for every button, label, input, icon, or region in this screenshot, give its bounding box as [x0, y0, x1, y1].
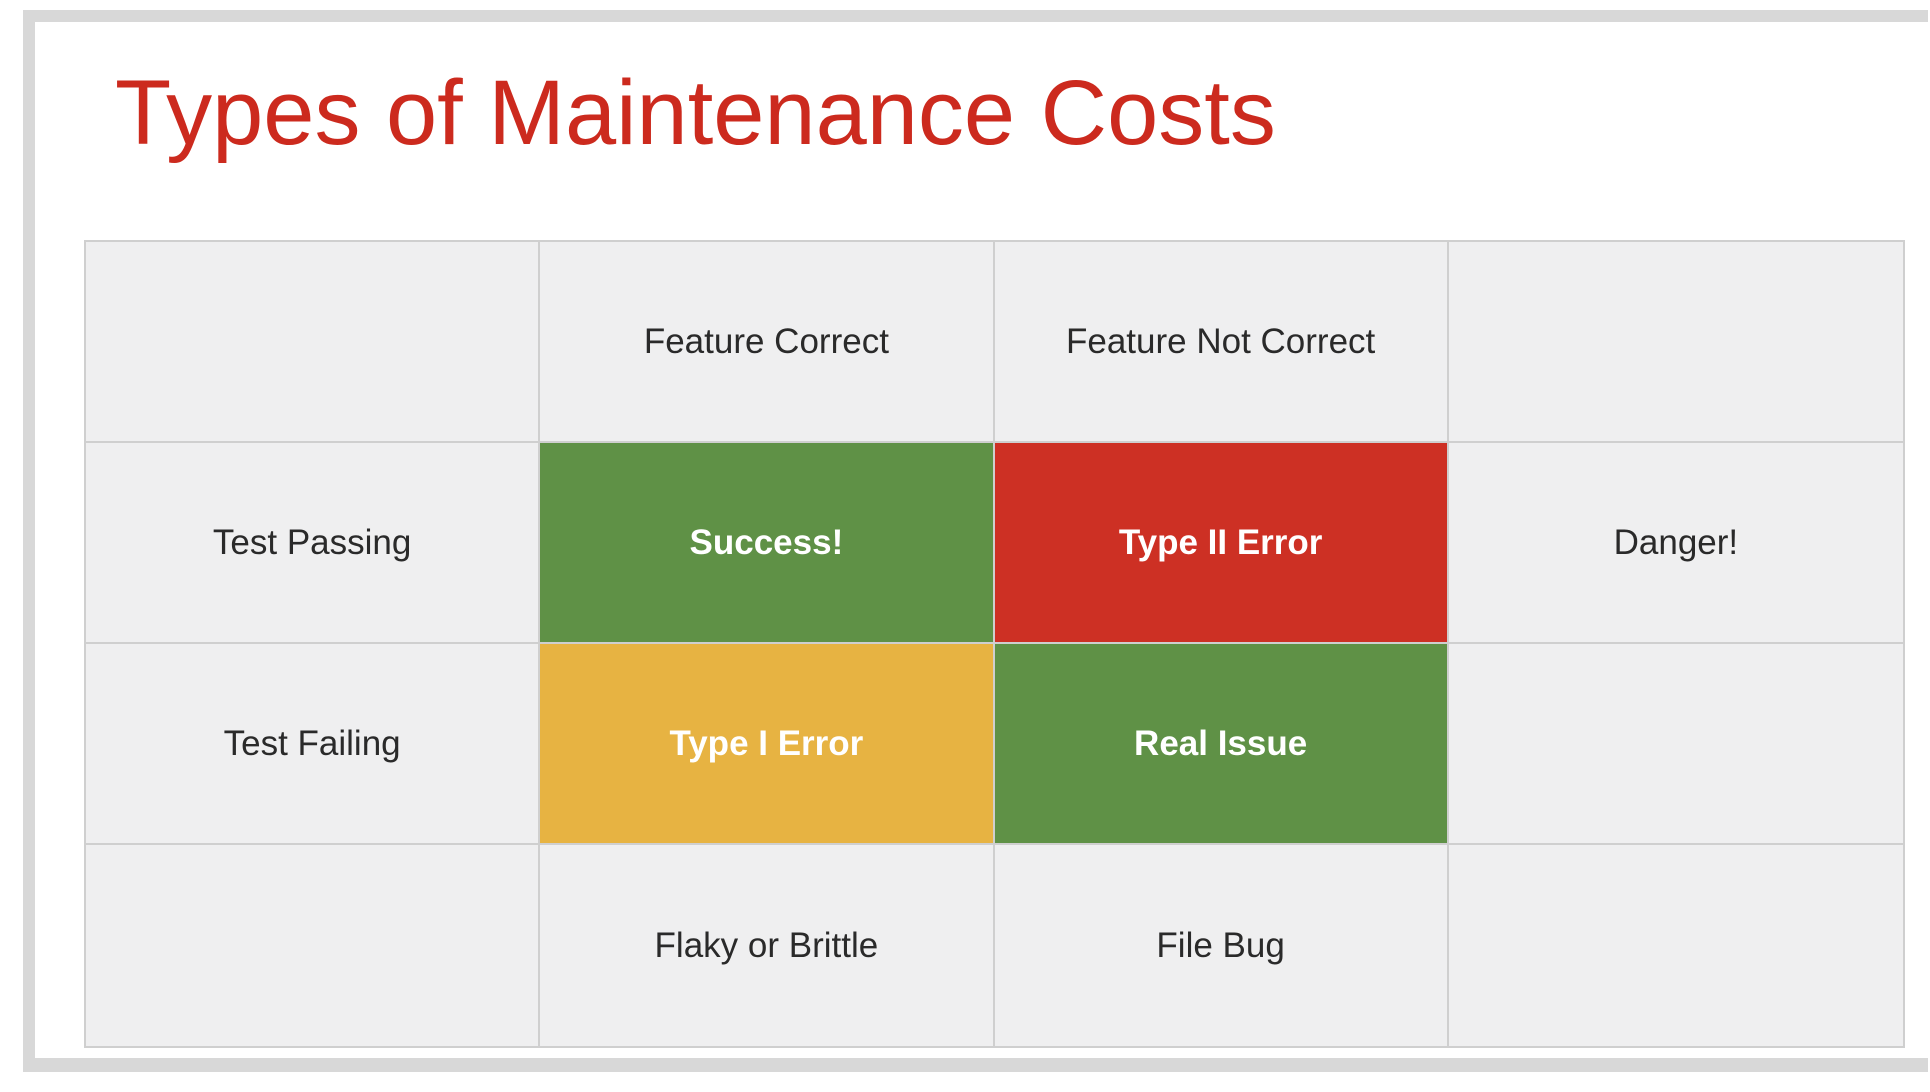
row-note-empty [1448, 644, 1903, 845]
outcome-cell-success: Success! [540, 443, 995, 644]
row-note-danger: Danger! [1448, 443, 1903, 644]
corner-cell-top-right [1448, 242, 1903, 443]
corner-cell-bottom-left [86, 845, 541, 1046]
corner-cell-top-left [86, 242, 541, 443]
maintenance-cost-matrix: Feature Correct Feature Not Correct Test… [84, 240, 1905, 1048]
outcome-cell-real-issue: Real Issue [994, 644, 1449, 845]
slide-frame: Types of Maintenance Costs Feature Corre… [0, 0, 1930, 1092]
column-header-feature-correct: Feature Correct [540, 242, 995, 443]
outcome-cell-type-i-error: Type I Error [540, 644, 995, 845]
column-header-feature-not-correct: Feature Not Correct [994, 242, 1449, 443]
footer-flaky-or-brittle: Flaky or Brittle [540, 845, 995, 1046]
corner-cell-bottom-right [1448, 845, 1903, 1046]
row-header-test-passing: Test Passing [86, 443, 541, 644]
footer-file-bug: File Bug [994, 845, 1449, 1046]
outcome-cell-type-ii-error: Type II Error [994, 443, 1449, 644]
slide-title: Types of Maintenance Costs [115, 62, 1276, 164]
row-header-test-failing: Test Failing [86, 644, 541, 845]
